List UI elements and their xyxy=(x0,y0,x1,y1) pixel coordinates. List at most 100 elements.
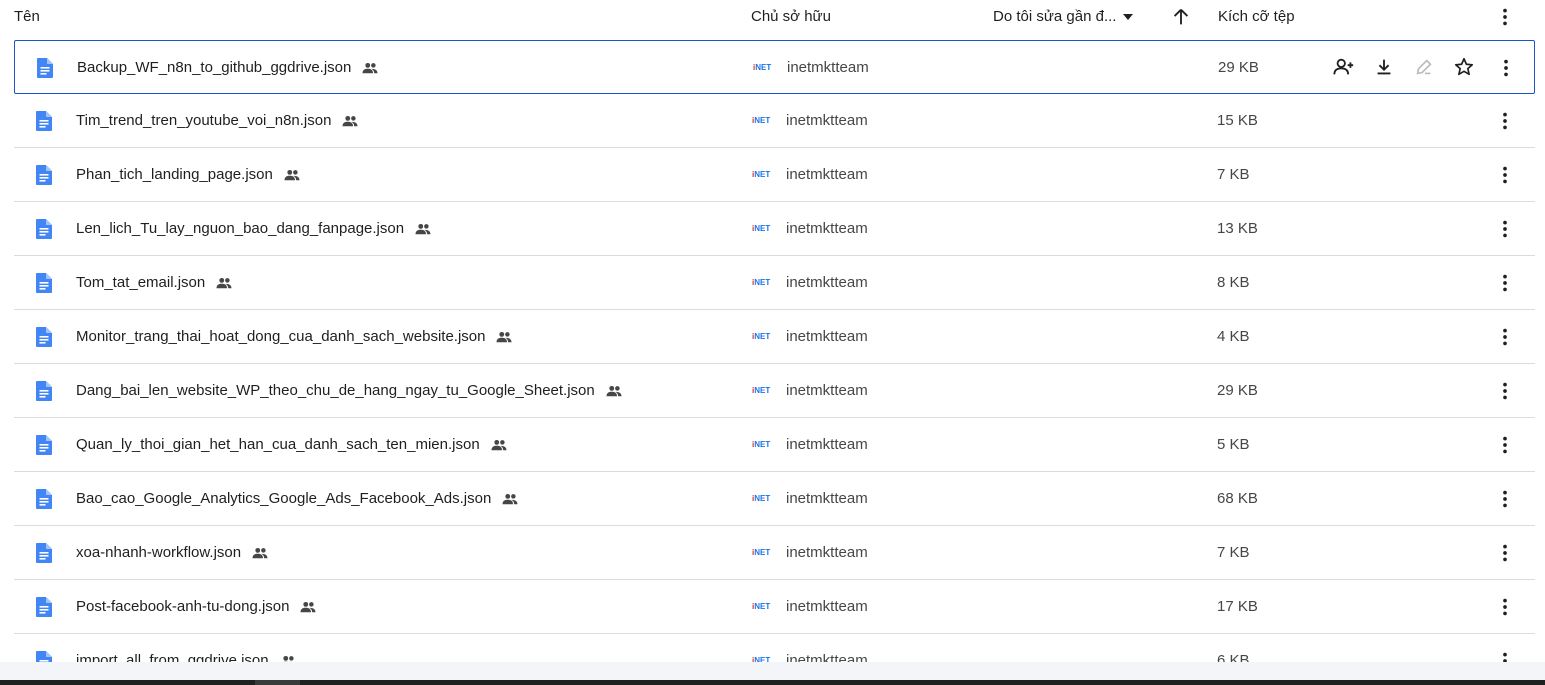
google-docs-icon xyxy=(36,327,52,347)
file-name-text: Bao_cao_Google_Analytics_Google_Ads_Face… xyxy=(76,490,492,507)
file-row[interactable]: Phan_tich_landing_page.json iNET inetmktte… xyxy=(14,148,1535,202)
more-vert-icon[interactable] xyxy=(1494,650,1516,662)
owner-name: inetmktteam xyxy=(787,59,869,76)
inet-owner-logo: iNET xyxy=(752,116,770,125)
download-icon[interactable] xyxy=(1373,56,1395,78)
file-row[interactable]: Len_lich_Tu_lay_nguon_bao_dang_fanpage.j… xyxy=(14,202,1535,256)
inet-owner-logo: iNET xyxy=(752,386,770,395)
more-vert-icon[interactable] xyxy=(1494,488,1516,510)
inet-owner-logo: iNET xyxy=(753,63,771,72)
more-vert-icon[interactable] xyxy=(1494,6,1516,28)
shared-people-icon xyxy=(342,115,358,126)
file-list: Backup_WF_n8n_to_github_ggdrive.json iNET… xyxy=(0,40,1545,662)
file-name[interactable]: Phan_tich_landing_page.json xyxy=(76,166,301,183)
shared-people-icon xyxy=(415,223,431,234)
owner-name: inetmktteam xyxy=(786,652,868,662)
column-header-name[interactable]: Tên xyxy=(14,8,40,25)
google-docs-icon xyxy=(36,273,52,293)
svg-text:iNET: iNET xyxy=(752,116,770,125)
more-vert-icon[interactable] xyxy=(1494,164,1516,186)
owner-name: inetmktteam xyxy=(786,598,868,615)
google-docs-icon xyxy=(36,111,52,131)
shared-people-icon xyxy=(502,493,518,504)
google-docs-icon xyxy=(36,543,52,563)
owner-name: inetmktteam xyxy=(786,490,868,507)
google-docs-icon xyxy=(36,381,52,401)
file-name[interactable]: Bao_cao_Google_Analytics_Google_Ads_Face… xyxy=(76,490,519,507)
file-name-text: Len_lich_Tu_lay_nguon_bao_dang_fanpage.j… xyxy=(76,220,405,237)
column-header-owner[interactable]: Chủ sở hữu xyxy=(751,8,831,25)
file-size: 5 KB xyxy=(1217,436,1250,453)
file-name[interactable]: Backup_WF_n8n_to_github_ggdrive.json xyxy=(77,59,379,76)
file-row[interactable]: Dang_bai_len_website_WP_theo_chu_de_hang… xyxy=(14,364,1535,418)
column-header-modified[interactable]: Do tôi sửa gần đ... xyxy=(993,8,1134,25)
file-row[interactable]: Tim_trend_tren_youtube_voi_n8n.json iNET i… xyxy=(14,94,1535,148)
google-docs-icon xyxy=(36,165,52,185)
file-name[interactable]: Len_lich_Tu_lay_nguon_bao_dang_fanpage.j… xyxy=(76,220,432,237)
file-row[interactable]: import_all_from_ggdrive.json iNET inetmktt… xyxy=(14,634,1535,662)
rename-pencil-icon[interactable] xyxy=(1413,56,1435,78)
file-name-text: Post-facebook-anh-tu-dong.json xyxy=(76,598,290,615)
google-docs-icon xyxy=(37,58,53,78)
more-vert-icon[interactable] xyxy=(1494,434,1516,456)
file-name[interactable]: Post-facebook-anh-tu-dong.json xyxy=(76,598,317,615)
svg-text:iNET: iNET xyxy=(752,602,770,611)
more-vert-icon[interactable] xyxy=(1494,218,1516,240)
file-size: 29 KB xyxy=(1218,59,1259,76)
owner-name: inetmktteam xyxy=(786,436,868,453)
file-name[interactable]: Quan_ly_thoi_gian_het_han_cua_danh_sach_… xyxy=(76,436,508,453)
file-size: 8 KB xyxy=(1217,274,1250,291)
svg-text:iNET: iNET xyxy=(753,63,771,72)
inet-owner-logo: iNET xyxy=(752,224,770,233)
file-size: 6 KB xyxy=(1217,652,1250,662)
more-vert-icon[interactable] xyxy=(1494,272,1516,294)
file-name[interactable]: import_all_from_ggdrive.json xyxy=(76,652,297,662)
file-row[interactable]: Monitor_trang_thai_hoat_dong_cua_danh_sa… xyxy=(14,310,1535,364)
inet-owner-logo: iNET xyxy=(752,332,770,341)
owner-name: inetmktteam xyxy=(786,220,868,237)
more-vert-icon[interactable] xyxy=(1495,57,1517,79)
more-vert-icon[interactable] xyxy=(1494,326,1516,348)
file-name-text: Tim_trend_tren_youtube_voi_n8n.json xyxy=(76,112,332,129)
file-name[interactable]: Dang_bai_len_website_WP_theo_chu_de_hang… xyxy=(76,382,623,399)
more-vert-icon[interactable] xyxy=(1494,380,1516,402)
file-name-text: Phan_tich_landing_page.json xyxy=(76,166,273,183)
svg-text:iNET: iNET xyxy=(752,332,770,341)
google-docs-icon xyxy=(36,219,52,239)
file-row[interactable]: Backup_WF_n8n_to_github_ggdrive.json iNET… xyxy=(14,40,1535,94)
file-row[interactable]: Tom_tat_email.json iNET inetmktteam 8 KB xyxy=(14,256,1535,310)
google-docs-icon xyxy=(36,489,52,509)
file-row[interactable]: xoa-nhanh-workflow.json iNET inetmktteam 7 … xyxy=(14,526,1535,580)
caret-down-icon xyxy=(1123,13,1134,20)
owner-name: inetmktteam xyxy=(786,382,868,399)
file-size: 29 KB xyxy=(1217,382,1258,399)
inet-owner-logo: iNET xyxy=(752,548,770,557)
column-header-size[interactable]: Kích cỡ tệp xyxy=(1218,8,1295,25)
file-row[interactable]: Quan_ly_thoi_gian_het_han_cua_danh_sach_… xyxy=(14,418,1535,472)
share-person-add-icon[interactable] xyxy=(1333,56,1355,78)
inet-owner-logo: iNET xyxy=(752,440,770,449)
arrow-up-icon[interactable] xyxy=(1170,6,1192,28)
shared-people-icon xyxy=(362,62,378,73)
svg-text:iNET: iNET xyxy=(752,224,770,233)
more-vert-icon[interactable] xyxy=(1494,542,1516,564)
google-docs-icon xyxy=(36,435,52,455)
file-name[interactable]: Tom_tat_email.json xyxy=(76,274,233,291)
file-list-header: Tên Chủ sở hữu Do tôi sửa gần đ... Kích … xyxy=(0,0,1545,36)
star-icon[interactable] xyxy=(1453,56,1475,78)
file-name[interactable]: xoa-nhanh-workflow.json xyxy=(76,544,269,561)
file-row[interactable]: Post-facebook-anh-tu-dong.json iNET inetmk… xyxy=(14,580,1535,634)
file-size: 15 KB xyxy=(1217,112,1258,129)
taskbar-active-item[interactable] xyxy=(255,680,300,685)
file-row[interactable]: Bao_cao_Google_Analytics_Google_Ads_Face… xyxy=(14,472,1535,526)
shared-people-icon xyxy=(491,439,507,450)
file-name-text: Tom_tat_email.json xyxy=(76,274,206,291)
more-vert-icon[interactable] xyxy=(1494,110,1516,132)
more-vert-icon[interactable] xyxy=(1494,596,1516,618)
file-name[interactable]: Monitor_trang_thai_hoat_dong_cua_danh_sa… xyxy=(76,328,513,345)
inet-owner-logo: iNET xyxy=(752,494,770,503)
svg-text:iNET: iNET xyxy=(752,278,770,287)
svg-text:iNET: iNET xyxy=(752,548,770,557)
owner-name: inetmktteam xyxy=(786,166,868,183)
file-name[interactable]: Tim_trend_tren_youtube_voi_n8n.json xyxy=(76,112,359,129)
